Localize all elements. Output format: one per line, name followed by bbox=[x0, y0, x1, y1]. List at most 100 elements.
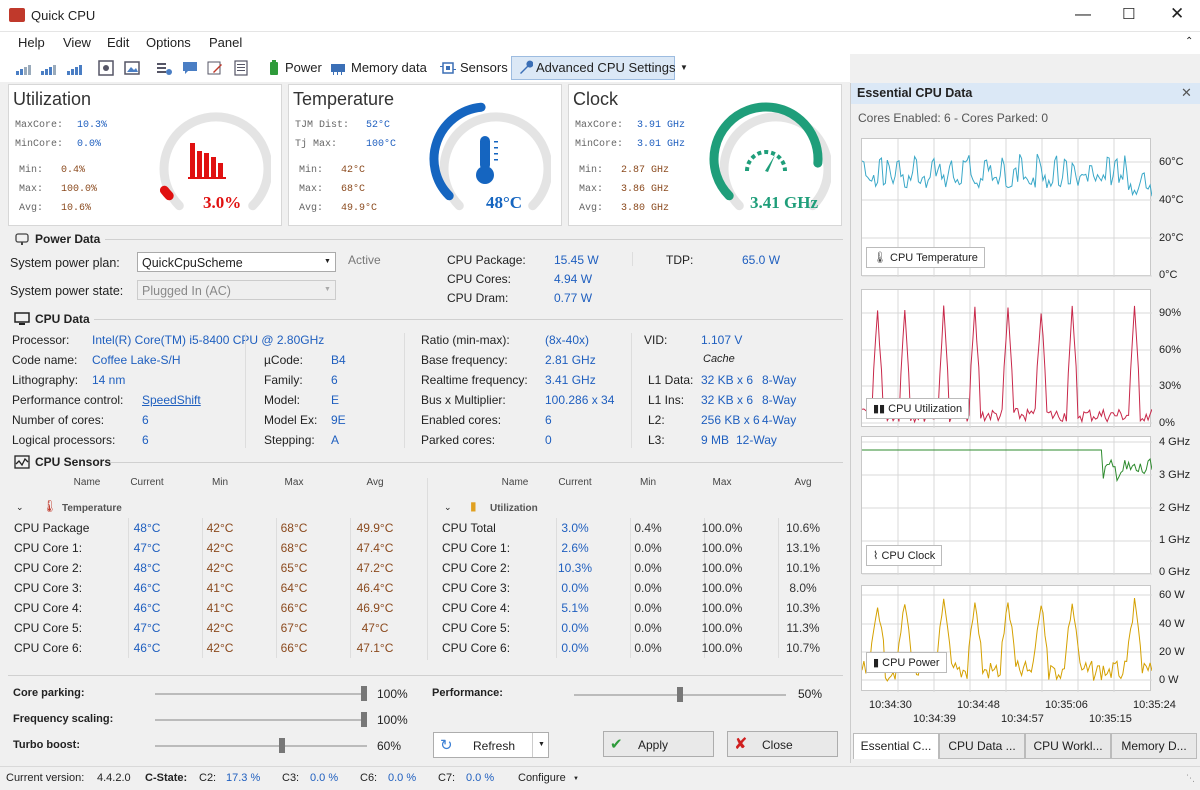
power-plug-icon bbox=[15, 233, 29, 245]
sensor-cell: 41°C bbox=[206, 601, 234, 615]
panel-title: Essential CPU Data bbox=[857, 86, 973, 100]
close-icon[interactable]: ✕ bbox=[1170, 4, 1184, 24]
sensor-cell: 49.9°C bbox=[356, 521, 394, 535]
chat-icon[interactable] bbox=[182, 60, 198, 76]
menu-edit[interactable]: Edit bbox=[107, 35, 129, 50]
cpu-field-value[interactable]: SpeedShift bbox=[142, 393, 201, 407]
y-tick: 0°C bbox=[1159, 269, 1178, 281]
chevron-down-icon[interactable]: ⌄ bbox=[16, 502, 24, 513]
max-core-label: MaxCore: bbox=[575, 120, 624, 131]
resize-grip-icon[interactable]: ⋱ bbox=[1186, 773, 1195, 784]
status-bar: Current version: 4.4.2.0 C-State: C2: 17… bbox=[0, 766, 1200, 790]
sensor-name: CPU Core 5: bbox=[442, 621, 511, 635]
configure-menu[interactable]: Configure bbox=[518, 772, 566, 784]
sensor-cell: 66°C bbox=[280, 601, 308, 615]
chevron-down-icon[interactable]: ▼ bbox=[680, 63, 688, 72]
menu-panel[interactable]: Panel bbox=[209, 35, 242, 50]
y-tick: 3 GHz bbox=[1159, 469, 1191, 481]
power-button[interactable]: Power bbox=[285, 60, 322, 75]
cache-heading: Cache bbox=[703, 353, 735, 365]
sensor-cell: 46.9°C bbox=[356, 601, 394, 615]
chevron-down-icon[interactable]: ▼ bbox=[538, 741, 545, 748]
maximize-icon[interactable]: ☐ bbox=[1122, 5, 1135, 23]
tdp-value: 65.0 W bbox=[742, 253, 781, 267]
tab-cpu-workload[interactable]: CPU Workl... bbox=[1025, 733, 1111, 759]
cpu-field-label: Model: bbox=[264, 393, 301, 407]
document-icon[interactable] bbox=[233, 60, 249, 76]
slider-thumb[interactable] bbox=[677, 687, 683, 702]
sensor-cell: 42°C bbox=[206, 521, 234, 535]
tab-essential-cpu[interactable]: Essential C... bbox=[853, 733, 939, 759]
tjm-dist-label: TJM Dist: bbox=[295, 120, 350, 131]
sensor-cell: 100.0% bbox=[701, 521, 743, 535]
performance-slider[interactable] bbox=[574, 687, 786, 702]
sensor-cell: 100.0% bbox=[701, 601, 743, 615]
bars-low-icon[interactable] bbox=[15, 60, 31, 76]
power-plan-select[interactable]: QuickCpuScheme ▼ bbox=[137, 252, 336, 272]
cpu-field-label: Realtime frequency: bbox=[421, 373, 528, 387]
memory-icon[interactable] bbox=[330, 60, 346, 76]
cpu-field-value: 6 bbox=[331, 373, 338, 387]
battery-icon[interactable] bbox=[266, 60, 282, 76]
x-tick: 10:35:24 bbox=[1133, 699, 1176, 711]
sensor-cell: 42°C bbox=[206, 621, 234, 635]
cpu-field-label: Model Ex: bbox=[264, 413, 318, 427]
tab-cpu-data[interactable]: CPU Data ... bbox=[939, 733, 1025, 759]
performance-value: 50% bbox=[798, 687, 823, 701]
close-icon[interactable]: ✕ bbox=[1181, 85, 1192, 101]
minimize-icon[interactable]: — bbox=[1075, 6, 1091, 24]
chevron-down-icon[interactable]: ▼ bbox=[573, 776, 579, 782]
divider bbox=[105, 239, 843, 240]
system-info-icon[interactable] bbox=[98, 60, 114, 76]
slider-thumb[interactable] bbox=[278, 738, 285, 753]
clock-title: Clock bbox=[573, 89, 619, 109]
min-core-value: 0.0% bbox=[77, 139, 102, 150]
max-core-label: MaxCore: bbox=[15, 120, 64, 131]
sensors-button[interactable]: Sensors bbox=[460, 60, 508, 75]
cache-ways: 8-Way bbox=[762, 373, 797, 387]
bars-high-icon[interactable] bbox=[66, 60, 82, 76]
speedometer-icon bbox=[745, 150, 787, 172]
column-header: Avg bbox=[366, 477, 384, 488]
min-label: Min: bbox=[299, 165, 324, 176]
version-label: Current version: bbox=[6, 772, 85, 784]
chevron-up-icon[interactable]: ⌃ bbox=[1185, 36, 1193, 47]
sensor-name: CPU Core 3: bbox=[14, 581, 83, 595]
cpu-field-value: Intel(R) Core(TM) i5-8400 CPU @ 2.80GHz bbox=[92, 333, 325, 347]
max-label: Max: bbox=[579, 184, 604, 195]
tj-max-value: 100°C bbox=[366, 139, 397, 150]
power-plan-value: QuickCpuScheme bbox=[142, 256, 243, 270]
sensor-cell: 47.2°C bbox=[356, 561, 394, 575]
sensor-cell: 0.0% bbox=[634, 541, 662, 555]
turbo-boost-slider[interactable] bbox=[155, 738, 367, 753]
chevron-down-icon: ▼ bbox=[324, 286, 331, 293]
sensor-cell: 100.0% bbox=[701, 581, 743, 595]
y-tick: 20 W bbox=[1159, 646, 1185, 658]
image-icon[interactable] bbox=[124, 60, 140, 76]
menu-help[interactable]: Help bbox=[18, 35, 45, 50]
utilization-title: Utilization bbox=[13, 89, 92, 109]
sensors-icon[interactable] bbox=[440, 60, 456, 76]
menu-view[interactable]: View bbox=[63, 35, 91, 50]
cpu-field-label: Enabled cores: bbox=[421, 413, 502, 427]
x-tick: 10:35:15 bbox=[1089, 713, 1132, 725]
chevron-down-icon[interactable]: ⌄ bbox=[444, 502, 452, 513]
core-parking-slider[interactable] bbox=[155, 686, 367, 701]
frequency-scaling-slider[interactable] bbox=[155, 712, 367, 727]
refresh-button[interactable]: ↻ Refresh ▼ bbox=[433, 732, 549, 758]
memory-data-button[interactable]: Memory data bbox=[351, 60, 427, 75]
sensor-cell: 65°C bbox=[280, 561, 308, 575]
slider-thumb[interactable] bbox=[361, 712, 367, 727]
slider-thumb[interactable] bbox=[361, 686, 367, 701]
close-button[interactable]: ✘ Close bbox=[727, 731, 838, 757]
sensor-cell: 46.4°C bbox=[356, 581, 394, 595]
thermometer-icon bbox=[476, 136, 498, 184]
settings-list-icon[interactable] bbox=[156, 60, 172, 76]
tab-memory-data[interactable]: Memory D... bbox=[1111, 733, 1197, 759]
apply-button[interactable]: ✔ Apply bbox=[603, 731, 714, 757]
graph-label-text: CPU Power bbox=[882, 657, 940, 669]
c2-value: 17.3 % bbox=[226, 772, 261, 784]
bars-mid-icon[interactable] bbox=[40, 60, 56, 76]
edit-icon[interactable] bbox=[207, 60, 223, 76]
menu-options[interactable]: Options bbox=[146, 35, 191, 50]
